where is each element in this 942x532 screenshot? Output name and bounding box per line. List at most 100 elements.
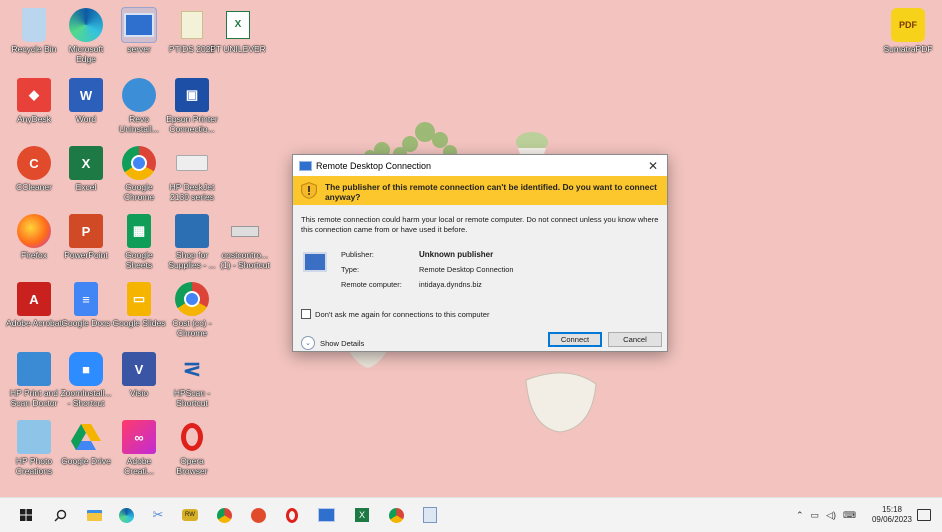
desktop-icon-cost-chrome[interactable]: Cost (cc) - Chrome <box>164 282 220 338</box>
edge-icon[interactable] <box>116 505 136 525</box>
desktop-icon-google-sheets[interactable]: ▦ Google Sheets <box>111 214 167 270</box>
windows-start-icon[interactable] <box>16 505 36 525</box>
remote-desktop-dialog: Remote Desktop Connection ✕ The publishe… <box>292 154 668 352</box>
icon-label: Google Drive <box>61 456 111 466</box>
desktop-icon-visio[interactable]: V Visio <box>111 352 167 398</box>
icon-label: AnyDesk <box>16 114 51 124</box>
hp-doctor-icon <box>17 352 51 386</box>
icon-label: Revo Uninstall... <box>119 114 159 134</box>
icon-label: costcontro... (1) - Shortcut <box>220 250 270 270</box>
dont-ask-row[interactable]: Don't ask me again for connections to th… <box>301 309 490 319</box>
keyboard-icon[interactable]: ⌨ <box>843 510 856 521</box>
desktop-icon-hp-deskjet[interactable]: HP DeskJet 2130 series <box>164 146 220 202</box>
desktop-icon-costcontrol-shortcut[interactable]: costcontro... (1) - Shortcut <box>217 214 273 270</box>
connect-button[interactable]: Connect <box>548 332 602 347</box>
desktop-icon-shop-supplies[interactable]: Shop for Supplies - ... <box>164 214 220 270</box>
remote-desktop-icon[interactable] <box>316 505 336 525</box>
snipping-tool-icon[interactable]: ✂ <box>148 505 168 525</box>
notification-icon[interactable] <box>914 505 934 525</box>
desktop: Recycle Bin Microsoft Edge server PTIDS … <box>0 0 942 497</box>
volume-icon[interactable]: ◁) <box>826 510 836 521</box>
opera-icon[interactable] <box>282 505 302 525</box>
revo-uninstaller-icon <box>122 78 156 112</box>
dialog-titlebar[interactable]: Remote Desktop Connection <box>293 155 667 176</box>
excel-icon[interactable]: X <box>352 505 372 525</box>
dont-ask-label: Don't ask me again for connections to th… <box>315 309 490 319</box>
desktop-icon-google-drive[interactable]: Google Drive <box>58 420 114 466</box>
icon-label: HP DeskJet 2130 series <box>169 182 215 202</box>
warning-shield-icon <box>301 182 317 199</box>
dont-ask-checkbox[interactable] <box>301 309 311 319</box>
icon-label: CCleaner <box>16 182 52 192</box>
desktop-icon-pt-unilever[interactable]: X PT UNILEVER <box>210 8 266 54</box>
chrome-icon[interactable] <box>214 505 234 525</box>
zoom-icon: ■ <box>69 352 103 386</box>
google-sheets-icon: ▦ <box>127 214 151 248</box>
warning-text: The publisher of this remote connection … <box>325 182 657 202</box>
desktop-icon-zoom-installer[interactable]: ■ ZoomInstall... - Shortcut <box>58 352 114 408</box>
desktop-icon-firefox[interactable]: Firefox <box>6 214 62 260</box>
desktop-icon-hp-photo-creations[interactable]: HP Photo Creations <box>6 420 62 476</box>
desktop-icon-sumatrapdf[interactable]: PDF SumatraPDF <box>880 8 936 54</box>
taskbar: ✂ RW X ⌃ ▭ ◁) ⌨ 15:18 09/06/2023 <box>0 497 942 532</box>
printer-icon <box>175 146 209 180</box>
hp-scan-icon: ⋜ <box>182 356 202 381</box>
type-row: Type: Remote Desktop Connection <box>341 265 641 277</box>
acrobat-icon: A <box>17 282 51 316</box>
connection-info: Publisher: Unknown publisher Type: Remot… <box>301 250 661 290</box>
remote-computer-row: Remote computer: intidaya.dyndns.biz <box>341 280 641 292</box>
cancel-button[interactable]: Cancel <box>608 332 662 347</box>
icon-label: PT UNILEVER <box>210 44 266 54</box>
rdp-app-icon[interactable]: RW <box>180 505 200 525</box>
desktop-icon-epson[interactable]: ▣ Epson Printer Connectio... <box>164 78 220 134</box>
network-icon[interactable]: ▭ <box>811 510 820 521</box>
icon-label: Adobe Acrobat <box>6 318 62 328</box>
desktop-icon-google-chrome[interactable]: Google Chrome <box>111 146 167 202</box>
chrome-profile-icon[interactable] <box>386 505 406 525</box>
anydesk-icon: ◆ <box>17 78 51 112</box>
recycle-bin-icon <box>22 8 46 42</box>
document-icon <box>175 8 209 42</box>
desktop-icon-recycle-bin[interactable]: Recycle Bin <box>6 8 62 54</box>
desktop-icon-google-docs[interactable]: ≡ Google Docs <box>58 282 114 328</box>
remote-desktop-icon <box>121 7 157 43</box>
chrome-icon <box>122 146 156 180</box>
desktop-icon-adobe-creative[interactable]: ∞ Adobe Creati... <box>111 420 167 476</box>
chevron-up-icon[interactable]: ⌃ <box>796 510 804 521</box>
dialog-title: Remote Desktop Connection <box>316 160 432 171</box>
type-label: Type: <box>341 265 360 274</box>
remote-computer-label: Remote computer: <box>341 280 402 289</box>
desktop-icon-word[interactable]: W Word <box>58 78 114 124</box>
desktop-icon-ccleaner[interactable]: C CCleaner <box>6 146 62 192</box>
desktop-icon-google-slides[interactable]: ▭ Google Slides <box>111 282 167 328</box>
icon-label: Google Sheets <box>125 250 153 270</box>
icon-label: Google Docs <box>61 318 111 328</box>
desktop-icon-adobe-acrobat[interactable]: A Adobe Acrobat <box>6 282 62 328</box>
desktop-icon-anydesk[interactable]: ◆ AnyDesk <box>6 78 62 124</box>
icon-label: PowerPoint <box>64 250 108 260</box>
desktop-icon-microsoft-edge[interactable]: Microsoft Edge <box>58 8 114 64</box>
system-tray: ⌃ ▭ ◁) ⌨ <box>796 498 856 532</box>
desktop-icon-hpscan[interactable]: ⋜ HPScan - Shortcut <box>164 352 220 408</box>
ccleaner-icon[interactable] <box>248 505 268 525</box>
file-explorer-icon[interactable] <box>84 505 104 525</box>
search-icon[interactable] <box>50 505 70 525</box>
close-icon[interactable]: ✕ <box>645 158 661 174</box>
desktop-icon-opera[interactable]: Opera Browser <box>164 420 220 476</box>
desktop-icon-powerpoint[interactable]: P PowerPoint <box>58 214 114 260</box>
drive-shortcut-icon <box>228 214 262 248</box>
notepad-icon[interactable] <box>420 505 440 525</box>
visio-icon: V <box>122 352 156 386</box>
chrome-profile-icon <box>175 282 209 316</box>
hp-photo-icon <box>17 420 51 454</box>
desktop-icon-hp-print-scan-doctor[interactable]: HP Print and Scan Doctor <box>6 352 62 408</box>
show-details-label: Show Details <box>320 338 365 348</box>
icon-label: Microsoft Edge <box>68 44 104 64</box>
desktop-icon-server[interactable]: server <box>111 7 167 54</box>
show-details-toggle[interactable]: ⌄ Show Details <box>301 336 364 350</box>
clock[interactable]: 15:18 09/06/2023 <box>872 505 912 525</box>
opera-icon <box>175 420 209 454</box>
desktop-icon-revo[interactable]: Revo Uninstall... <box>111 78 167 134</box>
chevron-down-icon[interactable]: ⌄ <box>301 336 315 350</box>
desktop-icon-excel[interactable]: X Excel <box>58 146 114 192</box>
